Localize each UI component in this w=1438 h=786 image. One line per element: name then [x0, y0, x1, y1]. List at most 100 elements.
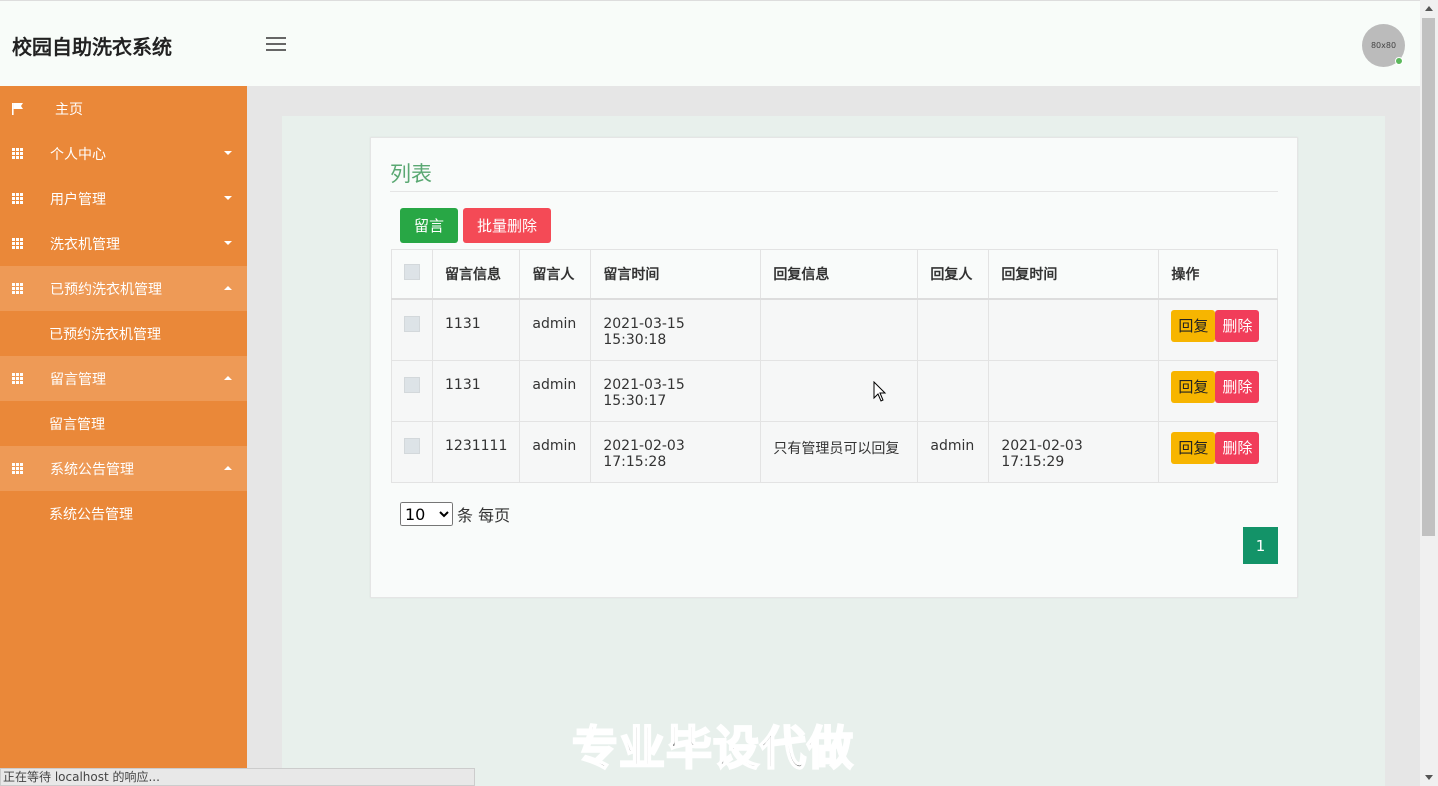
page-size-select[interactable]: 10 [400, 502, 453, 526]
cell-replier: admin [917, 420, 990, 483]
browser-status-bar: 正在等待 localhost 的响应... [0, 768, 475, 786]
row-checkbox[interactable] [404, 376, 420, 393]
page-title: 列表 [390, 162, 432, 186]
delete-button[interactable]: 删除 [1215, 431, 1260, 464]
column-header[interactable]: 回复人 [917, 249, 990, 300]
column-header: 操作 [1158, 249, 1278, 300]
page-size-control: 10 条 每页 [400, 502, 510, 526]
cell-author: admin [519, 298, 592, 361]
reply-button[interactable]: 回复 [1171, 431, 1216, 464]
sidebar-item-messages[interactable]: 留言管理 [0, 356, 247, 401]
row-select-cell [391, 359, 433, 422]
row-checkbox[interactable] [404, 437, 420, 454]
sidebar-item-personal-center[interactable]: 个人中心 [0, 131, 247, 176]
sidebar-subitem-messages[interactable]: 留言管理 [0, 401, 247, 446]
chevron-down-icon [224, 151, 232, 155]
scrollbar-thumb[interactable] [1422, 18, 1435, 536]
sidebar-item-label: 主页 [55, 101, 83, 118]
sidebar-item-label: 洗衣机管理 [50, 236, 120, 253]
sidebar-subitem-announcements[interactable]: 系统公告管理 [0, 491, 247, 536]
select-all-checkbox[interactable] [404, 264, 420, 280]
vertical-scrollbar[interactable] [1420, 0, 1438, 786]
delete-button[interactable]: 删除 [1215, 310, 1260, 342]
cell-time: 2021-03-15 15:30:17 [590, 359, 762, 422]
app-title: 校园自助洗衣系统 [12, 35, 172, 59]
add-message-button[interactable]: 留言 [400, 208, 458, 243]
flag-icon [11, 102, 24, 115]
column-header[interactable]: 留言信息 [431, 249, 521, 300]
top-bar: 校园自助洗衣系统 80x80 [0, 0, 1420, 86]
cell-actions: 回复 删除 [1158, 359, 1278, 422]
grid-icon [11, 373, 24, 384]
column-header[interactable]: 留言人 [519, 249, 592, 300]
sidebar-item-announcements[interactable]: 系统公告管理 [0, 446, 247, 491]
scroll-up-arrow-icon[interactable] [1425, 6, 1433, 11]
cell-actions: 回复 删除 [1158, 420, 1278, 483]
grid-icon [11, 463, 24, 474]
cell-author: admin [519, 359, 592, 422]
chevron-down-icon [224, 196, 232, 200]
list-card: 列表 留言 批量删除 留言信息 留言人 留言时间 回复信息 回复人 回复时间 操… [370, 137, 1298, 598]
column-header[interactable]: 回复信息 [760, 249, 919, 300]
grid-icon [11, 148, 24, 159]
mouse-cursor-icon [873, 381, 887, 402]
row-checkbox[interactable] [404, 316, 420, 332]
cell-message: 1131 [431, 359, 521, 422]
reply-button[interactable]: 回复 [1171, 310, 1216, 342]
sidebar-item-reserved-washers[interactable]: 已预约洗衣机管理 [0, 266, 247, 311]
divider [390, 191, 1278, 192]
cell-reply-time [988, 298, 1160, 361]
table-row: 1231111 admin 2021-02-03 17:15:28 只有管理员可… [391, 420, 1278, 483]
watermark-text: 专业毕设代做 [571, 720, 854, 776]
cell-reply [760, 359, 919, 422]
sidebar-subitem-reserved-washers[interactable]: 已预约洗衣机管理 [0, 311, 247, 356]
cell-time: 2021-03-15 15:30:18 [590, 298, 762, 361]
sidebar-item-label: 系统公告管理 [50, 461, 134, 478]
batch-delete-button[interactable]: 批量删除 [463, 208, 551, 243]
cell-replier [917, 298, 990, 361]
messages-table: 留言信息 留言人 留言时间 回复信息 回复人 回复时间 操作 1131 admi… [391, 249, 1278, 483]
reply-button[interactable]: 回复 [1171, 370, 1216, 403]
grid-icon [11, 283, 24, 294]
table-header-row: 留言信息 留言人 留言时间 回复信息 回复人 回复时间 操作 [391, 249, 1278, 300]
cell-time: 2021-02-03 17:15:28 [590, 420, 762, 483]
hamburger-menu-icon[interactable] [266, 37, 286, 53]
scroll-down-arrow-icon[interactable] [1425, 775, 1433, 780]
cell-reply [760, 298, 919, 361]
select-all-cell [391, 249, 433, 300]
sidebar-item-label: 个人中心 [50, 146, 106, 163]
column-header[interactable]: 回复时间 [988, 249, 1160, 300]
sidebar-item-label: 用户管理 [50, 191, 106, 208]
chevron-down-icon [224, 241, 232, 245]
sidebar-item-label: 已预约洗衣机管理 [50, 281, 162, 298]
online-status-dot [1395, 57, 1403, 65]
delete-button[interactable]: 删除 [1215, 370, 1260, 403]
avatar[interactable]: 80x80 [1362, 24, 1405, 67]
sidebar-item-washers[interactable]: 洗衣机管理 [0, 221, 247, 266]
avatar-placeholder-text: 80x80 [1370, 41, 1397, 50]
sidebar-item-label: 留言管理 [50, 371, 106, 388]
table-row: 1131 admin 2021-03-15 15:30:17 回复 删除 [391, 359, 1278, 422]
chevron-up-icon [224, 286, 232, 290]
cell-reply-time [988, 359, 1160, 422]
cell-reply: 只有管理员可以回复 [760, 420, 919, 483]
cell-message: 1131 [431, 298, 521, 361]
sidebar-item-home[interactable]: 主页 [0, 86, 247, 131]
chevron-up-icon [224, 466, 232, 470]
chevron-up-icon [224, 376, 232, 380]
table-row: 1131 admin 2021-03-15 15:30:18 回复 删除 [391, 298, 1278, 361]
cell-author: admin [519, 420, 592, 483]
sidebar-item-users[interactable]: 用户管理 [0, 176, 247, 221]
row-select-cell [391, 298, 433, 361]
grid-icon [11, 193, 24, 204]
pagination-page-1[interactable]: 1 [1243, 527, 1278, 564]
page-size-label: 条 每页 [457, 506, 511, 525]
cell-actions: 回复 删除 [1158, 298, 1278, 361]
cell-reply-time: 2021-02-03 17:15:29 [988, 420, 1160, 483]
sidebar: 主页 个人中心 用户管理 洗衣机管理 已预约洗衣机管理 已预约洗衣机管理 留言管… [0, 86, 247, 786]
cell-replier [917, 359, 990, 422]
grid-icon [11, 238, 24, 249]
column-header[interactable]: 留言时间 [590, 249, 762, 300]
cell-message: 1231111 [431, 420, 521, 483]
row-select-cell [391, 420, 433, 483]
